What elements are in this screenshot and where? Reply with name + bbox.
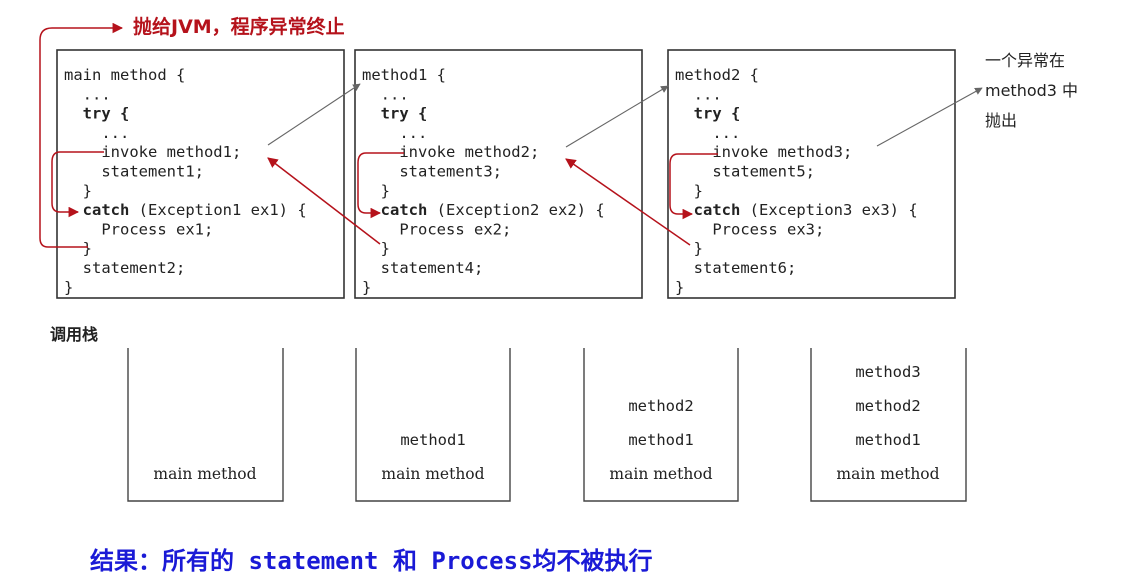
method1-code-line: } (362, 182, 390, 200)
stack-frame: main method (609, 465, 712, 483)
stack-frame: method2 (628, 397, 693, 415)
method1-code-line: statement4; (362, 259, 483, 277)
main-method-code-line: } (64, 240, 92, 258)
call-stack-label: 调用栈 (50, 325, 98, 344)
stack-frame: method3 (855, 363, 920, 381)
jvm-note: 抛给JVM，程序异常终止 (133, 15, 345, 38)
method2-code-line: invoke method3; (675, 143, 852, 161)
method2-code-line: method2 { (675, 66, 759, 84)
method1-code-line: try { (362, 105, 427, 123)
method1-code-line: } (362, 240, 390, 258)
side-note-line-1: 一个异常在 (985, 51, 1065, 70)
main-method-code-line: try { (64, 105, 129, 123)
method1-code-line: ... (362, 85, 409, 103)
method2-code-line: statement6; (675, 259, 796, 277)
method2-code-line: try { (675, 105, 740, 123)
call-arrow-main-to-method1 (267, 83, 361, 146)
main-method-code-line: } (64, 278, 73, 296)
main-method-code-line: Process ex1; (64, 220, 213, 238)
call-arrow-method1-to-method2 (565, 85, 669, 148)
method2-code-line: catch (Exception3 ex3) { (675, 201, 918, 219)
method1-code-line: ... (362, 124, 427, 142)
stack-frame: method1 (628, 431, 693, 449)
method2-code-line: ... (675, 85, 722, 103)
main-method-code-line: } (64, 182, 92, 200)
main-method-code-line: catch (Exception1 ex1) { (64, 201, 307, 219)
method2-code-line: } (675, 240, 703, 258)
result-text: 结果：所有的 statement 和 Process均不被执行 (90, 547, 653, 575)
main-method-code-line: ... (64, 124, 129, 142)
method1-code-line: catch (Exception2 ex2) { (362, 201, 605, 219)
method2-code-line: } (675, 278, 684, 296)
method1-code-line: statement3; (362, 163, 502, 181)
method2-code-line: Process ex3; (675, 220, 824, 238)
method1-code-line: } (362, 278, 371, 296)
main-method-code-line: main method { (64, 66, 185, 84)
stack-frame: main method (381, 465, 484, 483)
method2-code-line: ... (675, 124, 740, 142)
stack-frame: main method (153, 465, 256, 483)
stack-frame: main method (836, 465, 939, 483)
method1-code-line: Process ex2; (362, 220, 511, 238)
stack-entries: main method method1 main method method2 meth… (153, 363, 939, 483)
stack-frame: method2 (855, 397, 920, 415)
stack-frame: method1 (400, 431, 465, 449)
method2-code-line: statement5; (675, 163, 815, 181)
method1-code-line: method1 { (362, 66, 446, 84)
call-arrow-method2-to-method3 (876, 87, 983, 147)
method1-code-line: invoke method2; (362, 143, 539, 161)
main-method-code-line: statement2; (64, 259, 185, 277)
main-method-code-line: ... (64, 85, 111, 103)
exception-propagation-diagram: 抛给JVM，程序异常终止 一个异常在 method3 中 抛出 main met… (39, 15, 1078, 575)
stack-frame: method1 (855, 431, 920, 449)
side-note-line-2: method3 中 (985, 81, 1078, 100)
method2-code-line: } (675, 182, 703, 200)
code-layer: main method { ... try { ... invoke metho… (64, 66, 918, 296)
side-note-line-3: 抛出 (985, 111, 1017, 130)
main-method-code-line: statement1; (64, 163, 204, 181)
